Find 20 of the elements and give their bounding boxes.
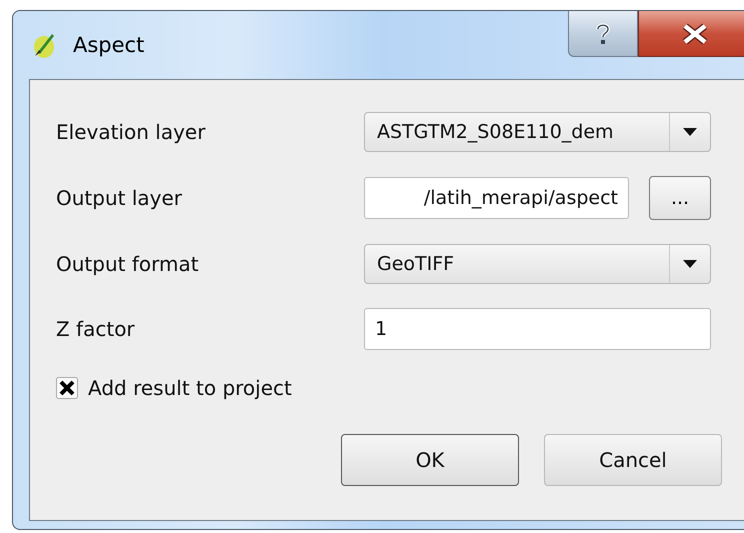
input-field[interactable]: 1: [364, 308, 711, 350]
field-label: Elevation layer: [56, 120, 206, 144]
dropdown[interactable]: GeoTIFF: [364, 244, 711, 284]
help-icon: [596, 22, 610, 44]
ok-button[interactable]: OK: [341, 434, 519, 486]
checkbox-label: Add result to project: [88, 376, 292, 400]
close-icon: [682, 24, 708, 44]
close-button[interactable]: [638, 11, 744, 57]
browse-button[interactable]: ...: [649, 176, 711, 220]
dropdown-arrow-icon: [683, 128, 697, 136]
dropdown[interactable]: ASTGTM2_S08E110_dem: [364, 112, 711, 152]
checkbox[interactable]: [56, 377, 78, 399]
dropdown-arrow-icon: [683, 260, 697, 268]
field-label: Output layer: [56, 186, 184, 210]
window-title: Aspect: [73, 33, 144, 57]
field-label: Output format: [56, 252, 200, 276]
cancel-button[interactable]: Cancel: [544, 434, 722, 486]
help-button[interactable]: [568, 11, 638, 57]
field-label: Z factor: [56, 317, 136, 341]
input-field[interactable]: /latih_merapi/aspect: [364, 177, 629, 219]
